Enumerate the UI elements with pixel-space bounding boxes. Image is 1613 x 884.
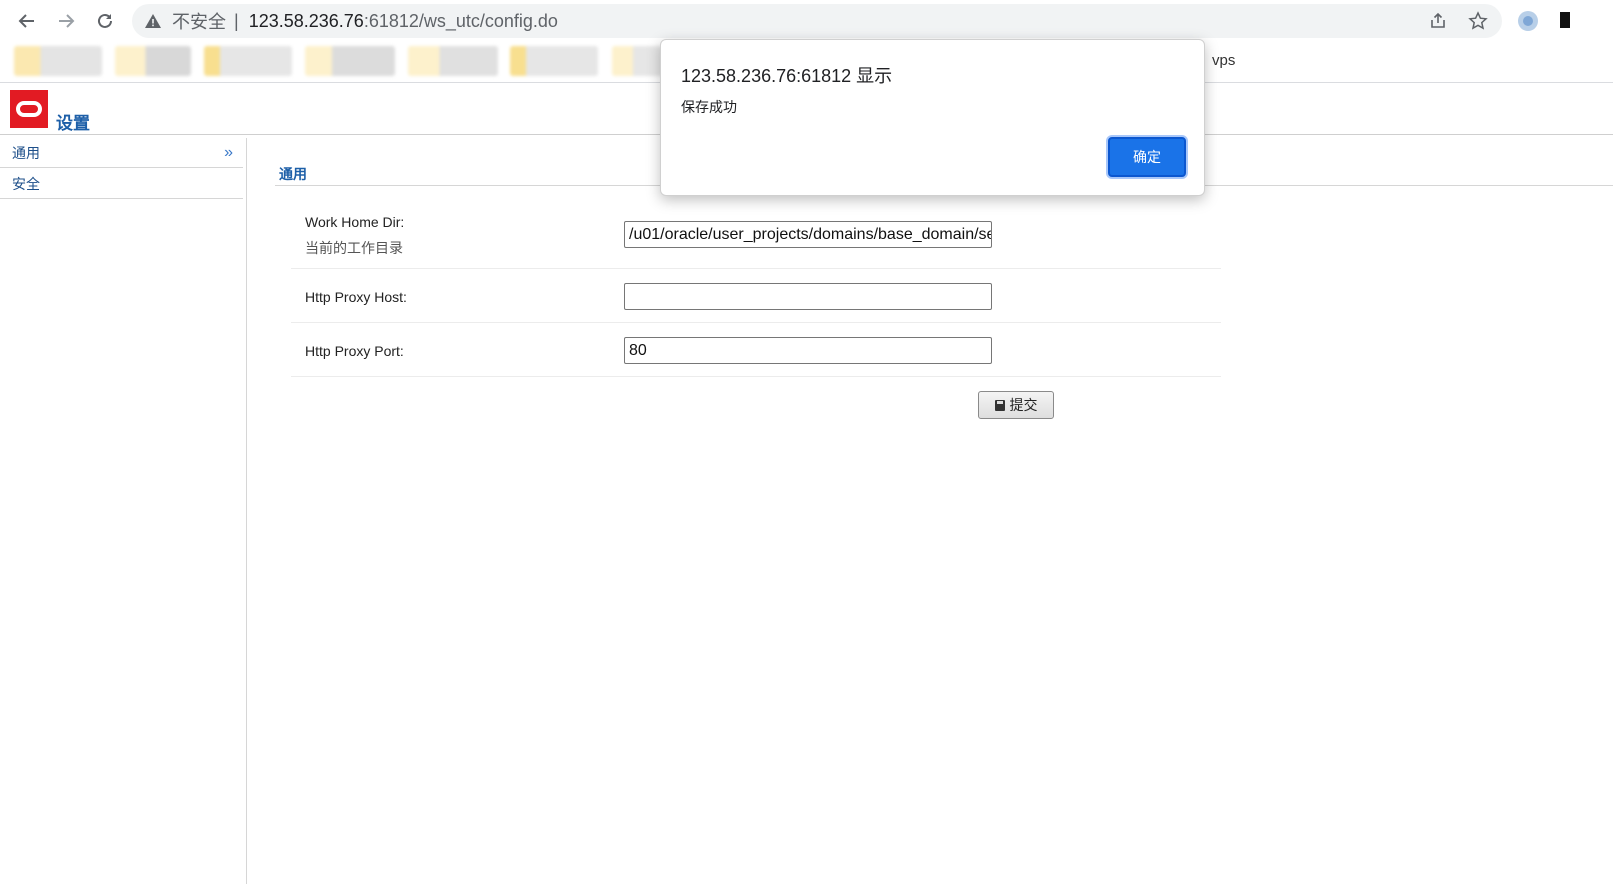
- form-row-work-home-dir: Work Home Dir: 当前的工作目录 /u01/oracle/user_…: [291, 202, 1221, 269]
- sidebar-item-label: 安全: [12, 176, 40, 192]
- bookmark-vps[interactable]: vps: [1212, 52, 1235, 69]
- bookmark-item[interactable]: [204, 46, 292, 76]
- proxy-host-label: Http Proxy Host:: [305, 289, 407, 305]
- dialog-message: 保存成功: [681, 99, 737, 115]
- proxy-port-label: Http Proxy Port:: [305, 343, 404, 359]
- bookmark-item[interactable]: [510, 46, 598, 76]
- insecure-label: 不安全: [172, 12, 226, 32]
- sidebar: 通用 » 安全: [0, 138, 247, 884]
- address-bar[interactable]: 不安全 | 123.58.236.76:61812/ws_utc/config.…: [132, 4, 1502, 38]
- url-separator: |: [234, 10, 239, 31]
- proxy-port-input[interactable]: 80: [624, 337, 992, 364]
- back-icon[interactable]: [14, 8, 40, 34]
- work-home-dir-label: Work Home Dir:: [305, 214, 405, 230]
- form-row-proxy-host: Http Proxy Host:: [291, 269, 1221, 323]
- bookmark-item[interactable]: [14, 46, 102, 76]
- star-icon[interactable]: [1468, 11, 1488, 31]
- share-icon[interactable]: [1428, 11, 1448, 31]
- submit-label: 提交: [1009, 397, 1038, 413]
- main-content: 通用 Work Home Dir: 当前的工作目录 /u01/oracle/us…: [247, 138, 1613, 884]
- extension-icon[interactable]: [1518, 11, 1538, 31]
- form-row-proxy-port: Http Proxy Port: 80: [291, 323, 1221, 377]
- warning-icon[interactable]: [144, 12, 162, 30]
- url-host: 123.58.236.76: [248, 10, 364, 31]
- bookmark-item[interactable]: [612, 46, 664, 76]
- url-path: :61812/ws_utc/config.do: [363, 10, 558, 31]
- bookmark-item[interactable]: [115, 46, 191, 76]
- work-home-dir-sublabel: 当前的工作目录: [305, 240, 403, 256]
- bookmark-item[interactable]: [305, 46, 395, 76]
- double-chevron-right-icon: »: [224, 144, 233, 161]
- dialog-title: 123.58.236.76:61812 显示: [681, 66, 893, 86]
- profile-icon[interactable]: [1560, 12, 1570, 28]
- submit-button[interactable]: 提交: [978, 391, 1054, 419]
- alert-dialog: 123.58.236.76:61812 显示 保存成功 确定: [660, 39, 1205, 196]
- browser-toolbar: 不安全 | 123.58.236.76:61812/ws_utc/config.…: [0, 0, 1613, 42]
- section-title: 通用: [279, 166, 307, 182]
- proxy-host-input[interactable]: [624, 283, 992, 310]
- dialog-ok-button[interactable]: 确定: [1108, 137, 1186, 177]
- work-home-dir-input[interactable]: /u01/oracle/user_projects/domains/base_d…: [624, 221, 992, 248]
- bookmark-item[interactable]: [408, 46, 498, 76]
- oracle-logo: [10, 90, 48, 128]
- sidebar-item-label: 通用: [12, 145, 40, 161]
- sidebar-item-security[interactable]: 安全: [0, 169, 243, 199]
- save-icon: [994, 399, 1005, 411]
- reload-icon[interactable]: [92, 8, 118, 34]
- page-title: 设置: [56, 114, 90, 133]
- forward-icon[interactable]: [53, 8, 79, 34]
- sidebar-item-general[interactable]: 通用 »: [0, 138, 243, 168]
